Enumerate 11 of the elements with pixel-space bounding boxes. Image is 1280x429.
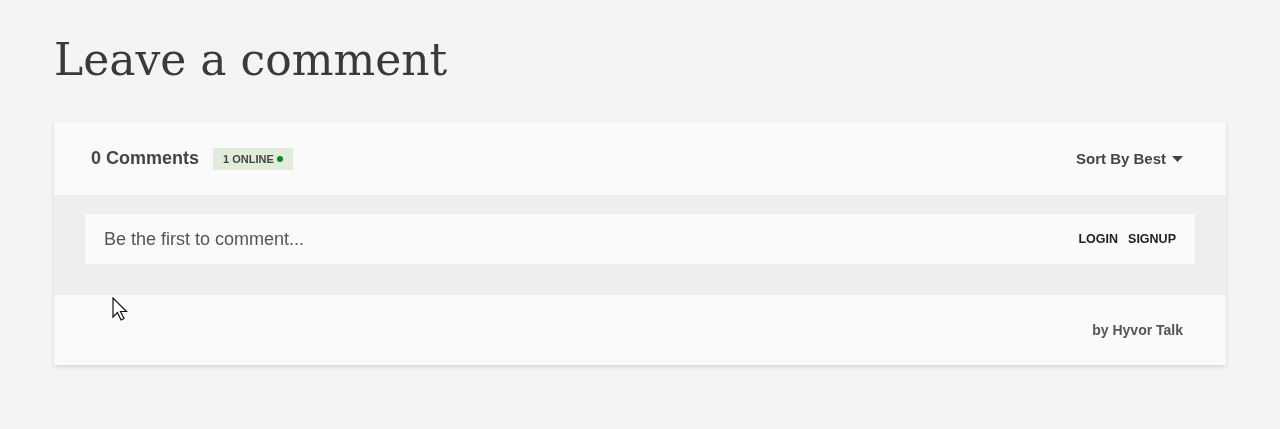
- auth-link[interactable]: SIGNUP: [1128, 232, 1176, 246]
- auth-link[interactable]: LOGIN: [1078, 232, 1119, 246]
- comment-field[interactable]: Be the first to comment... LOGIN SIGNUP: [85, 214, 1195, 264]
- credit-link[interactable]: by Hyvor Talk: [1092, 322, 1183, 338]
- page-heading: Leave a comment: [54, 33, 448, 87]
- caret-icon: [1172, 155, 1183, 162]
- online-dot-icon: [276, 155, 283, 162]
- online-badge: 1 ONLINE: [213, 147, 293, 170]
- sort-dropdown[interactable]: Sort By Best: [1075, 150, 1183, 167]
- mouse-cursor-icon: [112, 297, 128, 321]
- comment-count: 0 Comments: [91, 148, 200, 169]
